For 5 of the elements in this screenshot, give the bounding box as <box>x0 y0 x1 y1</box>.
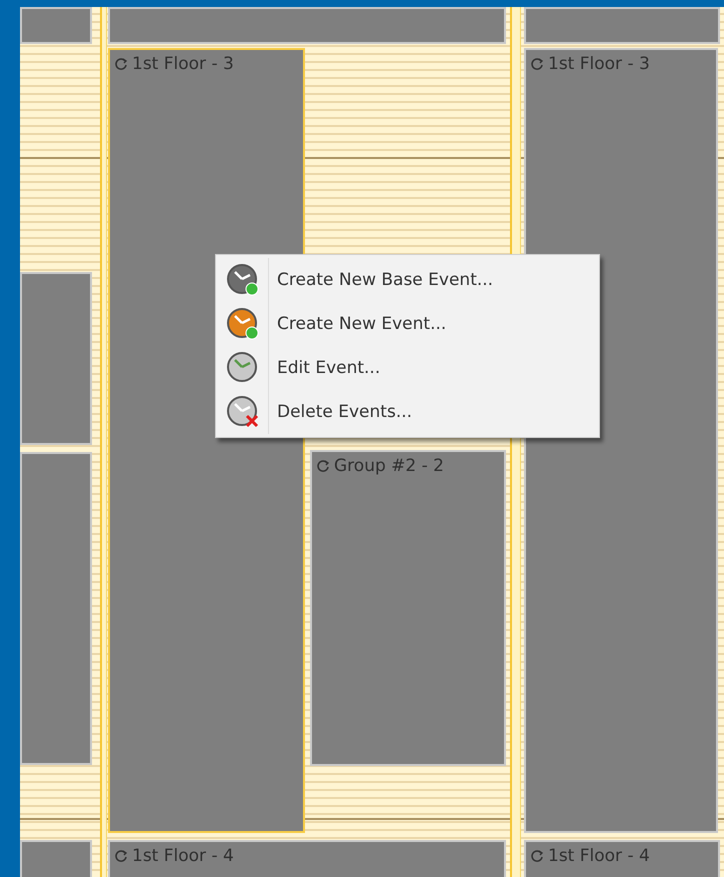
event-title: 1st Floor - 3 <box>132 54 234 74</box>
event-title: 1st Floor - 4 <box>132 846 234 866</box>
event-title: Group #2 - 2 <box>334 456 444 476</box>
event-title: 1st Floor - 3 <box>548 54 650 74</box>
event-title: 1st Floor - 4 <box>548 846 650 866</box>
